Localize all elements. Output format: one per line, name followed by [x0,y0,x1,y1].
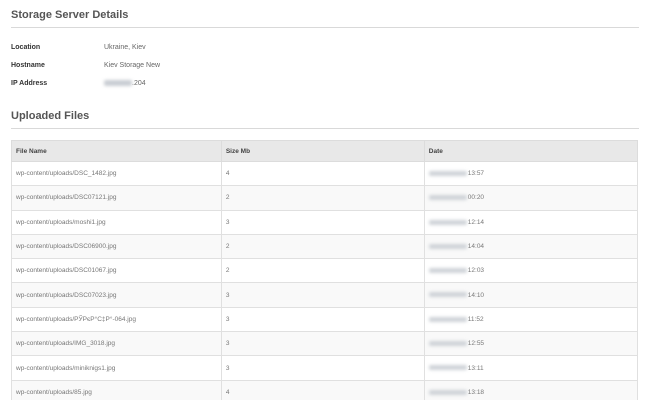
file-time: 13:57 [467,170,485,178]
table-row: wp-content/uploads/85.jpg 4 13:18 [11,379,639,400]
ip-label: IP Address [11,80,48,87]
location-label: Location [11,44,41,51]
file-size-cell: 3 [220,355,425,381]
file-date-cell: 11:52 [423,306,639,333]
file-date-cell: 00:20 [423,185,639,211]
file-time: 00:20 [467,194,485,202]
file-date-cell: 12:55 [423,331,639,357]
server-details-title: Storage Server Details [11,0,639,28]
redacted-date [428,195,467,201]
file-size-cell: 2 [220,233,425,260]
file-size-cell: 4 [220,379,425,400]
file-time: 13:11 [467,364,484,372]
file-name-cell: wp-content/uploads/DSC06900.jpg [11,233,222,260]
redacted-date [428,268,467,274]
file-size-cell: 3 [220,306,425,333]
file-time: 14:10 [467,291,485,299]
redacted-ip-prefix [104,80,132,87]
redacted-date [428,316,467,322]
file-size-cell: 3 [220,331,425,357]
files-table: File Name Size Mb Date wp-content/upload… [11,140,639,400]
redacted-date [428,389,467,395]
file-size-cell: 2 [220,185,425,211]
table-header-row: File Name Size Mb Date [11,140,639,162]
file-date-cell: 13:11 [423,355,639,381]
file-size-cell: 2 [220,258,425,284]
file-name-cell: wp-content/uploads/85.jpg [11,379,222,400]
file-name-cell: wp-content/uploads/DSC07121.jpg [11,185,222,211]
file-time: 12:03 [467,267,485,275]
file-name-cell: wp-content/uploads/miniknigs1.jpg [11,355,222,381]
server-details: Location Ukraine, Kiev Hostname Kiev Sto… [11,42,639,96]
file-name-cell: wp-content/uploads/IMG_3018.jpg [11,331,222,357]
redacted-date [428,341,467,346]
column-header-date: Date [423,140,639,162]
location-row: Location Ukraine, Kiev [11,42,639,60]
uploaded-files-title: Uploaded Files [11,110,639,129]
file-name-cell: wp-content/uploads/DSC01067.jpg [11,258,222,284]
file-time: 14:04 [467,243,485,251]
ip-value: .204 [104,78,146,96]
file-date-cell: 13:57 [423,160,639,187]
table-row: wp-content/uploads/DSC07121.jpg 2 00:20 [11,185,639,211]
location-value: Ukraine, Kiev [104,44,146,51]
redacted-date [428,365,467,371]
file-time: 12:55 [467,340,485,348]
redacted-date [428,292,467,298]
hostname-value: Kiev Storage New [104,62,161,69]
table-row: wp-content/uploads/РЎРєР°С‡Р°-064.jpg 3 … [11,306,639,333]
table-row: wp-content/uploads/DSC06900.jpg 2 14:04 [11,233,639,260]
file-name-cell: wp-content/uploads/DSC_1482.jpg [11,160,222,187]
table-row: wp-content/uploads/moshi1.jpg 3 12:14 [11,209,639,235]
ip-row: IP Address .204 [11,78,639,96]
ip-suffix: .204 [132,80,146,87]
file-date-cell: 14:10 [423,282,639,308]
redacted-date [428,170,467,176]
file-size-cell: 3 [220,282,425,308]
file-time: 13:18 [467,388,485,396]
file-time: 12:14 [467,218,485,226]
hostname-row: Hostname Kiev Storage New [11,60,639,78]
file-name-cell: wp-content/uploads/moshi1.jpg [11,209,222,235]
column-header-size: Size Mb [220,140,425,162]
file-date-cell: 13:18 [423,379,639,400]
file-size-cell: 3 [220,209,425,235]
file-time: 11:52 [467,315,484,323]
table-row: wp-content/uploads/DSC_1482.jpg 4 13:57 [11,160,639,187]
file-name-cell: wp-content/uploads/DSC07023.jpg [11,282,222,308]
table-row: wp-content/uploads/DSC01067.jpg 2 12:03 [11,258,639,284]
file-date-cell: 12:14 [423,209,639,235]
file-name-cell: wp-content/uploads/РЎРєР°С‡Р°-064.jpg [11,306,222,333]
table-row: wp-content/uploads/IMG_3018.jpg 3 12:55 [11,331,639,357]
hostname-label: Hostname [11,62,45,69]
redacted-date [428,219,467,225]
table-row: wp-content/uploads/miniknigs1.jpg 3 13:1… [11,355,639,381]
file-date-cell: 14:04 [423,233,639,260]
column-header-file-name: File Name [11,140,222,162]
table-row: wp-content/uploads/DSC07023.jpg 3 14:10 [11,282,639,308]
page: Storage Server Details Location Ukraine,… [0,0,650,400]
redacted-date [428,243,467,249]
file-size-cell: 4 [220,160,425,187]
file-date-cell: 12:03 [423,258,639,284]
